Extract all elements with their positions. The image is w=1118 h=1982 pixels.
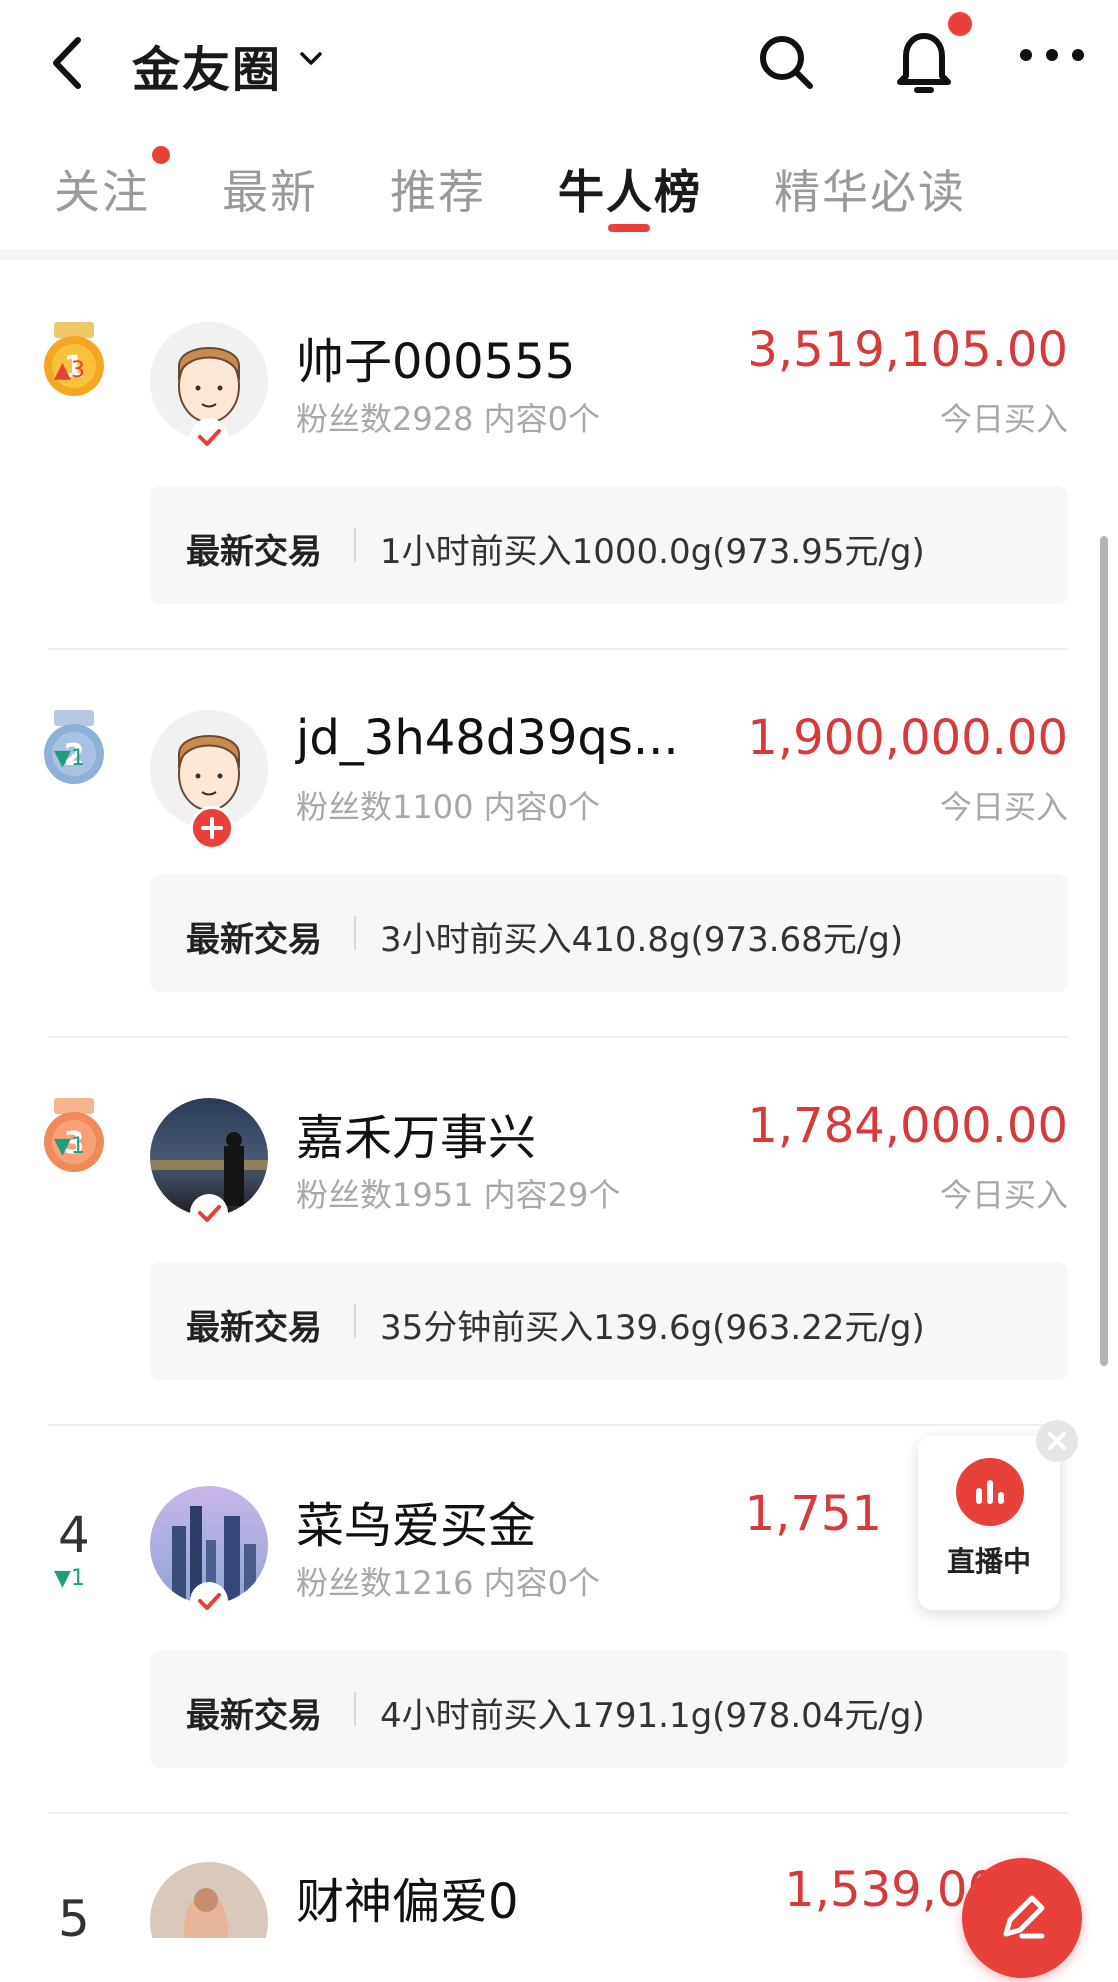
search-icon[interactable] (752, 28, 822, 98)
leaderboard-row[interactable]: 3 ▼1 嘉禾万事兴 粉丝数1951 内容29个 1,784,000.00 今日… (0, 1038, 1118, 1426)
divider (354, 916, 356, 950)
rank-change: ▲3 (54, 358, 85, 383)
buy-amount: 1,900,000.00 (747, 710, 1068, 766)
amount-label: 今日买入 (939, 788, 1068, 826)
circle-title[interactable]: 金友圈 (132, 30, 282, 100)
username[interactable]: jd_3h48d39qs... (296, 710, 679, 766)
username[interactable]: 菜鸟爱买金 (296, 1486, 536, 1556)
user-stats: 粉丝数1216 内容0个 (296, 1564, 600, 1602)
compose-button[interactable] (962, 1858, 1082, 1978)
verified-check-icon (190, 1194, 228, 1232)
top-bar: 金友圈 (0, 0, 1118, 125)
edit-icon (1003, 1895, 1045, 1939)
avatar[interactable] (150, 1862, 268, 1938)
rank-change: ▼1 (54, 746, 85, 771)
amount-label: 今日买入 (939, 1176, 1068, 1214)
leaderboard-row[interactable]: 5 财神偏爱0 1,539,00 (0, 1814, 1118, 1938)
rank-number: 4 (58, 1506, 90, 1564)
user-stats: 粉丝数2928 内容0个 (296, 400, 600, 438)
latest-trade-box[interactable]: 最新交易 35分钟前买入139.6g(963.22元/g) (150, 1262, 1068, 1380)
tab-following[interactable]: 关注 (54, 156, 150, 222)
tab-essentials[interactable]: 精华必读 (774, 156, 966, 222)
trade-text: 4小时前买入1791.1g(978.04元/g) (380, 1696, 925, 1736)
user-stats: 粉丝数1100 内容0个 (296, 788, 600, 826)
divider (354, 1304, 356, 1338)
chevron-down-icon[interactable] (296, 44, 326, 74)
divider (354, 1692, 356, 1726)
close-icon[interactable] (1036, 1420, 1078, 1462)
username[interactable]: 嘉禾万事兴 (296, 1098, 536, 1168)
buy-amount: 1,751 (744, 1486, 882, 1542)
tab-recommended[interactable]: 推荐 (390, 156, 486, 222)
tab-leaderboard[interactable]: 牛人榜 (558, 156, 702, 222)
trade-label: 最新交易 (186, 1308, 322, 1348)
trade-label: 最新交易 (186, 920, 322, 960)
latest-trade-box[interactable]: 最新交易 1小时前买入1000.0g(973.95元/g) (150, 486, 1068, 604)
trade-text: 1小时前买入1000.0g(973.95元/g) (380, 532, 925, 572)
rank-number: 5 (58, 1890, 90, 1938)
divider (354, 528, 356, 562)
scrollbar[interactable] (1100, 536, 1108, 1366)
user-stats: 粉丝数1951 内容29个 (296, 1176, 621, 1214)
verified-check-icon (190, 1582, 228, 1620)
verified-check-icon (190, 418, 228, 456)
notification-dot (948, 12, 972, 36)
active-tab-indicator (608, 224, 650, 232)
latest-trade-box[interactable]: 最新交易 3小时前买入410.8g(973.68元/g) (150, 874, 1068, 992)
more-icon[interactable] (1012, 30, 1092, 80)
rank-change: ▼1 (54, 1134, 85, 1159)
username[interactable]: 帅子000555 (296, 322, 575, 392)
live-label: 直播中 (946, 1545, 1031, 1578)
back-arrow-icon[interactable] (40, 28, 100, 98)
tab-latest[interactable]: 最新 (222, 156, 318, 222)
trade-text: 35分钟前买入139.6g(963.22元/g) (380, 1308, 925, 1348)
buy-amount: 3,519,105.00 (747, 322, 1068, 378)
live-bars-icon (956, 1458, 1024, 1526)
trade-text: 3小时前买入410.8g(973.68元/g) (380, 920, 904, 960)
trade-label: 最新交易 (186, 1696, 322, 1736)
leaderboard-row[interactable]: 1 ▲3 帅子000555 粉丝数2928 内容0个 3,519,105.00 … (0, 262, 1118, 650)
buy-amount: 1,784,000.00 (747, 1098, 1068, 1154)
live-widget[interactable]: 直播中 (918, 1436, 1060, 1610)
follow-plus-icon[interactable] (190, 806, 234, 850)
amount-label: 今日买入 (939, 400, 1068, 438)
trade-label: 最新交易 (186, 532, 322, 572)
section-divider (0, 250, 1118, 260)
tab-unread-dot (152, 146, 170, 164)
latest-trade-box[interactable]: 最新交易 4小时前买入1791.1g(978.04元/g) (150, 1650, 1068, 1768)
leaderboard-row[interactable]: 2 ▼1 jd_3h48d39qs... 粉丝数1100 内容0个 1,900,… (0, 650, 1118, 1038)
username[interactable]: 财神偏爱0 (296, 1862, 519, 1932)
rank-change: ▼1 (54, 1566, 85, 1591)
